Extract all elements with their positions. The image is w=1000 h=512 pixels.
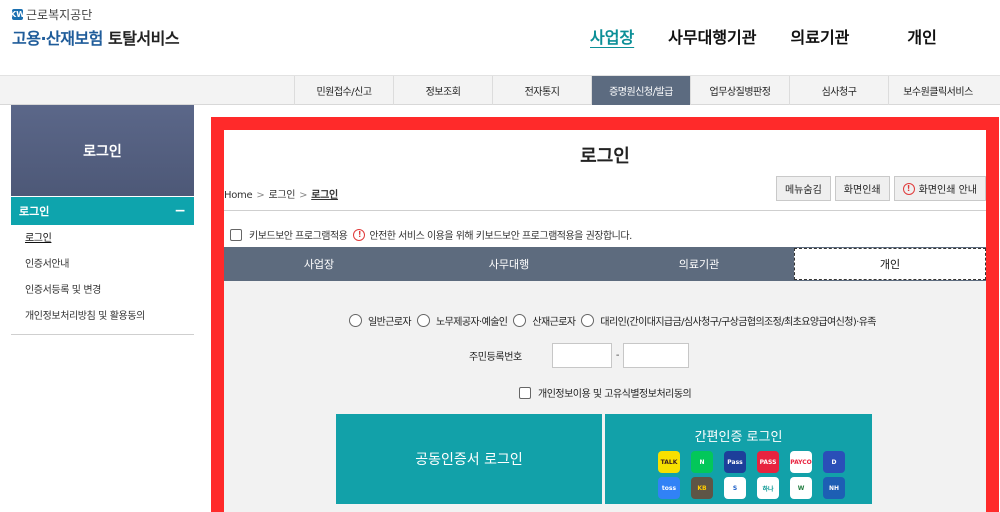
radio-label: 대리인(간이대지급금/심사청구/구상금협의조정/최초요양급여신청)·유족 (600, 317, 876, 328)
breadcrumb-home[interactable]: Home (224, 190, 253, 201)
privacy-agree-checkbox[interactable] (519, 386, 531, 399)
radio-general-worker[interactable]: 일반근로자 (349, 313, 412, 328)
sidebar-section-login[interactable]: 로그인 − (11, 197, 194, 225)
radio-labor-provider[interactable]: 노무제공자·예술인 (417, 313, 508, 328)
keyboard-security-checkbox[interactable] (230, 228, 242, 241)
tab-business[interactable]: 사업장 (224, 247, 414, 281)
hana-icon[interactable]: 하나 (757, 477, 779, 499)
login-form: 일반근로자 노무제공자·예술인 산재근로자 대리인(간이대지급금/심사청구/구상… (224, 281, 986, 512)
simple-auth-label: 간편인증 로그인 (694, 430, 783, 445)
toss-icon[interactable]: toss (658, 477, 680, 499)
rrn-row: 주민등록번호 - (469, 343, 690, 368)
shinhan-icon[interactable]: S (724, 477, 746, 499)
divider (224, 210, 986, 211)
subnav-item-wage-click[interactable]: 보수원클릭서비스 (888, 76, 987, 105)
login-frame: 로그인 Home > 로그인 > 로그인 메뉴숨김 화면인쇄 ! 화면인쇄 안내 키보드… (211, 117, 999, 512)
user-type-tabs: 사업장 사무대행 의료기관 개인 (224, 247, 986, 281)
keyboard-security-row: 키보드보안 프로그램적용 ! 안전한 서비스 이용을 위해 키보드보안 프로그램… (230, 227, 632, 242)
gnb-item-personal[interactable]: 개인 (907, 24, 936, 48)
keyboard-security-notice: 안전한 서비스 이용을 위해 키보드보안 프로그램적용을 권장합니다. (369, 231, 632, 242)
logo-title-prefix: 고용·산재보험 (12, 29, 103, 48)
simple-auth-icons: TALK N Pass PASS PAYCO Dtoss KB S 하나 W NH (658, 451, 845, 499)
tab-agency[interactable]: 사무대행 (414, 247, 604, 281)
nh-icon[interactable]: NH (823, 477, 845, 499)
sidebar-item-login[interactable]: 로그인 (11, 226, 194, 252)
privacy-agree-label: 개인정보이용 및 고유식별정보처리동의 (538, 389, 692, 400)
tab-medical[interactable]: 의료기관 (604, 247, 794, 281)
radio-button[interactable] (513, 314, 527, 327)
page-title: 로그인 (580, 146, 630, 167)
radio-label: 산재근로자 (532, 317, 576, 328)
page: KW 근로복지공단 고용·산재보험 토탈서비스 사업장 사무대행기관 의료기관 … (0, 0, 1000, 512)
samsung-pass-icon[interactable]: Pass (724, 451, 746, 473)
rrn-dash: - (615, 350, 620, 361)
collapse-icon: − (174, 203, 186, 219)
pass-icon[interactable]: PASS (757, 451, 779, 473)
warning-icon: ! (902, 182, 915, 195)
print-guide-label: 화면인쇄 안내 (918, 185, 977, 196)
gnb-item-medical[interactable]: 의료기관 (791, 24, 850, 48)
radio-button[interactable] (349, 314, 362, 327)
kb-icon[interactable]: KB (691, 477, 713, 499)
subnav-item-disease-judgment[interactable]: 업무상질병판정 (690, 76, 789, 105)
subnav-item-civil-report[interactable]: 민원접수/신고 (294, 76, 393, 105)
kakao-icon[interactable]: TALK (658, 451, 680, 473)
user-category-radios: 일반근로자 노무제공자·예술인 산재근로자 대리인(간이대지급금/심사청구/구상… (349, 313, 882, 328)
sidebar-list: 로그인 인증서안내 인증서등록 및 변경 개인정보처리방침 및 활용동의 (11, 226, 194, 335)
print-guide-button[interactable]: ! 화면인쇄 안내 (893, 176, 986, 201)
joint-certificate-login-button[interactable]: 공동인증서 로그인 (336, 414, 602, 504)
chevron-right-icon: > (256, 190, 265, 201)
subnav-item-appeal[interactable]: 심사청구 (789, 76, 888, 105)
comwel-logo-icon: KW (9, 9, 26, 20)
sub-nav: 민원접수/신고 정보조회 전자통지 증명원신청/발급 업무상질병판정 심사청구 … (0, 75, 1000, 105)
radio-agent-family[interactable]: 대리인(간이대지급금/심사청구/구상금협의조정/최초요양급여신청)·유족 (581, 313, 877, 328)
dream-shield-icon[interactable]: D (823, 451, 845, 473)
sidebar-item-cert-guide[interactable]: 인증서안내 (11, 252, 194, 278)
logo-org-row: KW 근로복지공단 (9, 6, 179, 23)
simple-auth-login-button[interactable]: 간편인증 로그인 TALK N Pass PASS PAYCO Dtoss KB S 하나 W NH (605, 414, 872, 504)
sidebar-item-cert-register[interactable]: 인증서등록 및 변경 (11, 278, 194, 304)
breadcrumb-current: 로그인 (311, 190, 338, 201)
radio-injured-worker[interactable]: 산재근로자 (513, 313, 576, 328)
chevron-right-icon: > (299, 190, 308, 201)
payco-icon[interactable]: PAYCO (790, 451, 812, 473)
breadcrumb-login[interactable]: 로그인 (268, 190, 295, 201)
sub-nav-items: 민원접수/신고 정보조회 전자통지 증명원신청/발급 업무상질병판정 심사청구 … (294, 76, 987, 105)
warning-icon: ! (353, 228, 366, 241)
sidebar-title: 로그인 (11, 105, 194, 196)
gnb-item-business[interactable]: 사업장 (590, 24, 634, 48)
global-nav: 사업장 사무대행기관 의료기관 개인 (590, 24, 971, 48)
rrn-front-input[interactable] (551, 343, 612, 368)
site-logo[interactable]: KW 근로복지공단 고용·산재보험 토탈서비스 (9, 6, 180, 49)
subnav-item-certificate[interactable]: 증명원신청/발급 (591, 76, 690, 105)
radio-label: 일반근로자 (368, 317, 412, 328)
utility-buttons: 메뉴숨김 화면인쇄 ! 화면인쇄 안내 (775, 176, 986, 201)
keyboard-security-label: 키보드보안 프로그램적용 (249, 231, 348, 242)
radio-button[interactable] (417, 314, 431, 327)
logo-org-name: 근로복지공단 (26, 8, 93, 22)
radio-button[interactable] (581, 314, 595, 327)
rrn-back-input[interactable] (623, 343, 690, 368)
subnav-item-info-inquiry[interactable]: 정보조회 (393, 76, 492, 105)
print-button[interactable]: 화면인쇄 (834, 176, 890, 201)
logo-title: 고용·산재보험 토탈서비스 (12, 25, 180, 49)
radio-label: 노무제공자·예술인 (436, 317, 508, 328)
sidebar-item-privacy[interactable]: 개인정보처리방침 및 활용동의 (11, 304, 194, 330)
logo-title-suffix: 토탈서비스 (107, 29, 180, 48)
woori-icon[interactable]: W (790, 477, 812, 499)
naver-icon[interactable]: N (691, 451, 713, 473)
breadcrumb: Home > 로그인 > 로그인 (224, 186, 338, 201)
menu-hide-button[interactable]: 메뉴숨김 (775, 176, 831, 201)
subnav-item-e-notice[interactable]: 전자통지 (492, 76, 591, 105)
tab-personal[interactable]: 개인 (794, 248, 986, 280)
sidebar-section-label: 로그인 (19, 205, 50, 218)
gnb-item-agency[interactable]: 사무대행기관 (668, 24, 756, 48)
privacy-agree-row: 개인정보이용 및 고유식별정보처리동의 (519, 385, 692, 400)
rrn-label: 주민등록번호 (469, 352, 522, 363)
